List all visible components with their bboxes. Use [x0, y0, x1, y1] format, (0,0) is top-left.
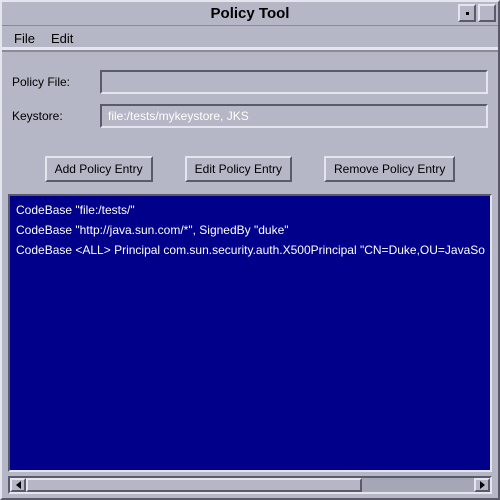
menu-file[interactable]: File: [14, 31, 35, 46]
policy-tool-window: Policy Tool File Edit Policy File: Keyst…: [0, 0, 500, 500]
keystore-value: file:/tests/mykeystore, JKS: [108, 109, 249, 123]
maximize-button[interactable]: [478, 4, 496, 22]
keystore-row: Keystore: file:/tests/mykeystore, JKS: [12, 104, 488, 128]
window-controls: [458, 4, 496, 22]
window-title: Policy Tool: [211, 5, 290, 22]
minimize-icon: [466, 12, 469, 15]
scroll-right-button[interactable]: [474, 478, 490, 492]
keystore-field[interactable]: file:/tests/mykeystore, JKS: [100, 104, 488, 128]
menu-edit[interactable]: Edit: [51, 31, 73, 46]
policy-file-label: Policy File:: [12, 75, 100, 89]
minimize-button[interactable]: [458, 4, 476, 22]
scroll-track[interactable]: [26, 478, 474, 492]
edit-policy-entry-button[interactable]: Edit Policy Entry: [185, 156, 292, 182]
menubar: File Edit: [2, 26, 498, 52]
horizontal-scrollbar[interactable]: [8, 476, 492, 494]
list-item[interactable]: CodeBase "http://java.sun.com/*", Signed…: [14, 220, 486, 240]
form-area: Policy File: Keystore: file:/tests/mykey…: [2, 52, 498, 146]
scroll-left-button[interactable]: [10, 478, 26, 492]
policy-entries-list[interactable]: CodeBase "file:/tests/" CodeBase "http:/…: [8, 194, 492, 472]
button-row: Add Policy Entry Edit Policy Entry Remov…: [2, 146, 498, 194]
add-policy-entry-button[interactable]: Add Policy Entry: [45, 156, 153, 182]
policy-file-row: Policy File:: [12, 70, 488, 94]
keystore-label: Keystore:: [12, 109, 100, 123]
list-item[interactable]: CodeBase <ALL> Principal com.sun.securit…: [14, 240, 486, 260]
chevron-right-icon: [480, 481, 485, 489]
titlebar[interactable]: Policy Tool: [2, 2, 498, 26]
scroll-thumb[interactable]: [26, 478, 362, 492]
policy-file-field[interactable]: [100, 70, 488, 94]
list-item[interactable]: CodeBase "file:/tests/": [14, 200, 486, 220]
remove-policy-entry-button[interactable]: Remove Policy Entry: [324, 156, 455, 182]
chevron-left-icon: [16, 481, 21, 489]
